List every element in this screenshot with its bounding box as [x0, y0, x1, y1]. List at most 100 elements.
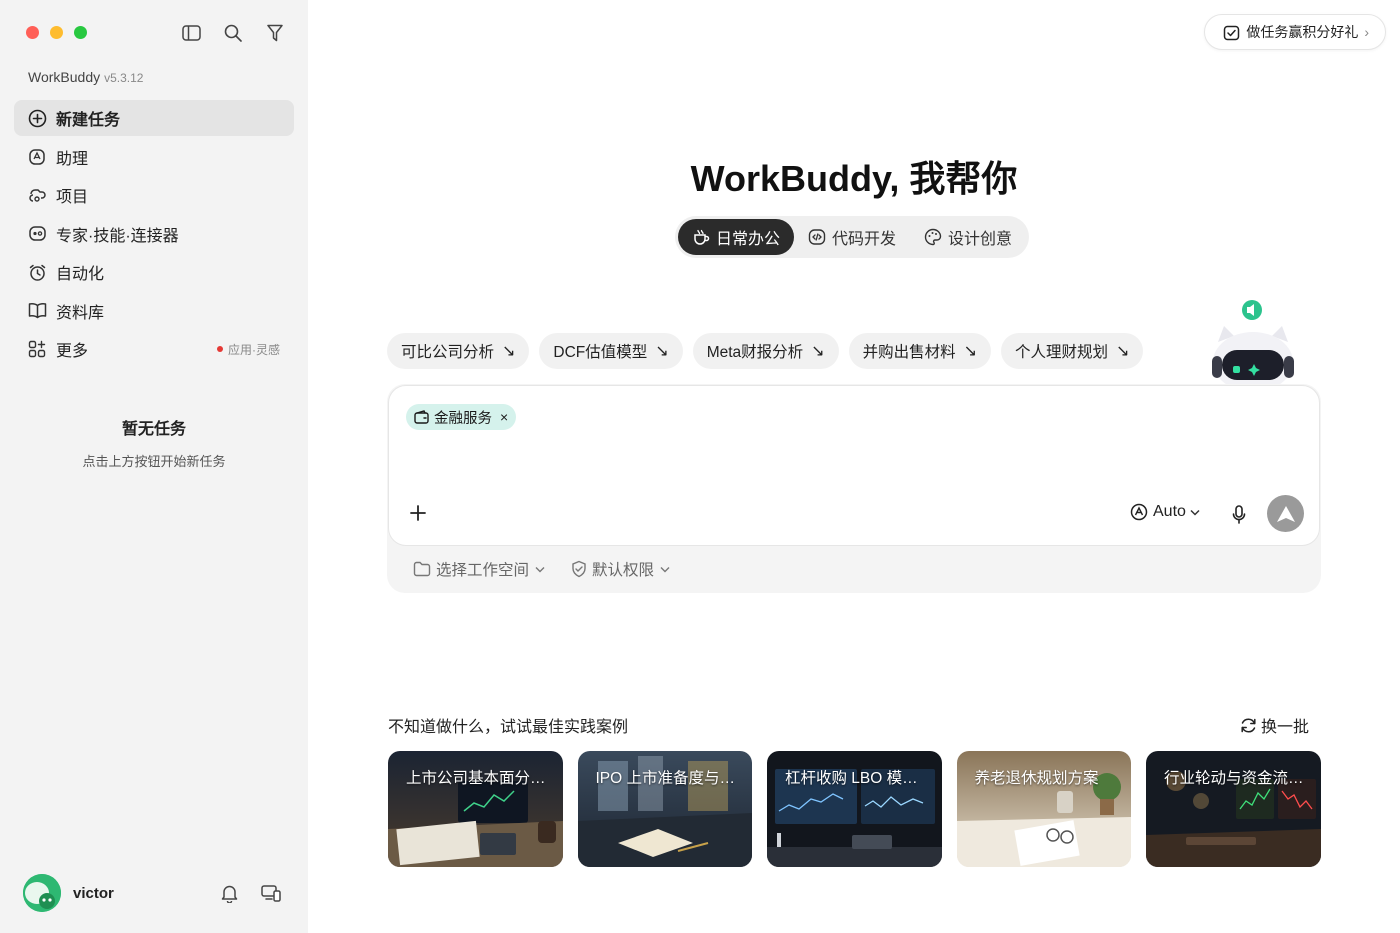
user-toolbar: [218, 882, 282, 904]
sidebar-item-automation[interactable]: 自动化: [14, 254, 294, 290]
arrow-down-right-icon: ↘: [963, 343, 977, 360]
more-badge: 应用·灵感: [217, 341, 280, 358]
zoom-window-button[interactable]: [74, 26, 87, 39]
bell-icon[interactable]: [218, 882, 240, 904]
notification-dot-icon: [217, 346, 223, 352]
user-profile[interactable]: victor: [23, 874, 114, 912]
assistant-icon: [27, 147, 47, 167]
chevron-down-icon: [1190, 509, 1200, 516]
model-selector[interactable]: Auto: [1130, 503, 1200, 521]
suggestion-chip[interactable]: 可比公司分析 ↘: [387, 333, 530, 369]
arrow-down-right-icon: ↘: [1116, 343, 1130, 360]
sidebar-item-new-task[interactable]: 新建任务: [14, 100, 294, 136]
app-version: v5.3.12: [104, 71, 144, 85]
sidebar-item-label: 助理: [56, 150, 89, 168]
case-card[interactable]: 杠杆收购 LBO 模…: [767, 751, 942, 867]
tab-daily-office[interactable]: 日常办公: [678, 219, 795, 255]
tab-label: 代码开发: [832, 231, 897, 248]
close-window-button[interactable]: [26, 26, 39, 39]
permission-select[interactable]: 默认权限: [571, 558, 670, 580]
chip-label: Meta财报分析: [706, 344, 804, 361]
workspace-label: 选择工作空间: [436, 562, 530, 579]
scene-tag: 金融服务 ×: [406, 404, 517, 430]
case-card[interactable]: 上市公司基本面分…: [388, 751, 563, 867]
cases-title: 不知道做什么，试试最佳实践案例: [388, 719, 629, 736]
arrow-down-right-icon: ↘: [502, 343, 516, 360]
sidebar-item-label: 自动化: [56, 266, 105, 283]
tag-label: 金融服务: [434, 410, 492, 427]
app-name: WorkBuddy v5.3.12: [28, 69, 143, 85]
send-button[interactable]: [1267, 495, 1304, 532]
sidebar-item-label: 专家·技能·连接器: [56, 227, 179, 245]
workspace-select[interactable]: 选择工作空间: [413, 558, 545, 580]
search-icon[interactable]: [222, 22, 244, 44]
composer-options: 选择工作空间 默认权限: [413, 558, 670, 580]
promo-rewards-button[interactable]: 做任务赢积分好礼 ›: [1204, 14, 1386, 50]
refresh-cases-button[interactable]: 换一批: [1240, 713, 1309, 737]
grid-icon: [27, 339, 47, 359]
case-card-title: 行业轮动与资金流…: [1164, 770, 1304, 787]
tab-code-dev[interactable]: 代码开发: [794, 219, 910, 255]
more-badge-text: 应用·灵感: [228, 342, 280, 357]
chip-label: 个人理财规划: [1014, 344, 1108, 361]
close-icon[interactable]: ×: [500, 409, 508, 425]
sidebar-item-experts[interactable]: 专家·技能·连接器: [14, 216, 294, 252]
sidebar-item-project[interactable]: 项目: [14, 177, 294, 213]
empty-hint: 点击上方按钮开始新任务: [82, 454, 226, 469]
robot-mascot[interactable]: [1204, 296, 1304, 392]
tab-label: 日常办公: [716, 231, 781, 248]
mode-tabs: 日常办公 代码开发 设计创意: [675, 216, 1030, 258]
tab-label: 设计创意: [948, 231, 1013, 248]
chip-label: 并购出售材料: [862, 344, 956, 361]
model-auto-icon: [1130, 503, 1148, 521]
permission-label: 默认权限: [592, 562, 655, 579]
plus-icon: [410, 505, 426, 521]
cup-icon: [692, 228, 710, 246]
chevron-right-icon: ›: [1364, 24, 1369, 40]
case-card-title: IPO 上市准备度与…: [595, 770, 736, 787]
sidebar-item-more[interactable]: 更多 应用·灵感: [14, 331, 294, 367]
filter-icon[interactable]: [264, 22, 286, 44]
sidebar-item-label: 新建任务: [56, 112, 121, 129]
suggestion-chip[interactable]: 并购出售材料 ↘: [848, 333, 991, 369]
case-card[interactable]: 养老退休规划方案: [956, 751, 1131, 867]
sidebar-toggle-icon[interactable]: [180, 22, 202, 44]
promo-label: 做任务赢积分好礼: [1246, 24, 1359, 40]
book-icon: [27, 301, 47, 321]
alarm-clock-icon: [27, 262, 47, 282]
suggestion-chip[interactable]: 个人理财规划 ↘: [1000, 333, 1144, 369]
chip-label: 可比公司分析: [401, 344, 495, 361]
prompt-input[interactable]: [388, 385, 1320, 546]
user-name: victor: [73, 884, 114, 902]
refresh-icon: [1240, 717, 1257, 734]
sidebar-item-label: 资料库: [56, 304, 105, 322]
sidebar-item-assistant[interactable]: 助理: [14, 139, 294, 175]
arrow-down-right-icon: ↘: [655, 343, 669, 360]
suggestion-chip[interactable]: DCF估值模型 ↘: [539, 333, 683, 369]
microphone-icon[interactable]: [1228, 503, 1250, 525]
tab-design[interactable]: 设计创意: [910, 219, 1026, 255]
expert-icon: [27, 224, 47, 244]
model-label: Auto: [1153, 503, 1186, 520]
palette-icon: [924, 228, 942, 246]
case-card[interactable]: IPO 上市准备度与…: [577, 751, 752, 867]
minimize-window-button[interactable]: [50, 26, 63, 39]
window-controls: [26, 26, 87, 39]
add-attachment-button[interactable]: [407, 502, 429, 524]
wallet-icon: [414, 410, 429, 424]
refresh-label: 换一批: [1261, 719, 1310, 736]
code-icon: [808, 228, 826, 246]
case-card[interactable]: 行业轮动与资金流…: [1146, 751, 1321, 867]
sidebar-item-library[interactable]: 资料库: [14, 293, 294, 329]
empty-tasks: 暂无任务 点击上方按钮开始新任务: [0, 415, 308, 470]
case-cards: 上市公司基本面分… IPO 上市准备度与… 杠杆收购 LBO 模… 养老退休规划…: [388, 751, 1321, 867]
sidebar-nav: 新建任务 助理 项目 专家·技能·连接器 自动化 资料库 更多 应用·灵感: [14, 100, 294, 370]
suggestion-chips: 可比公司分析 ↘ DCF估值模型 ↘ Meta财报分析 ↘ 并购出售材料 ↘ 个人理财规…: [387, 333, 1144, 369]
avatar: [23, 874, 61, 912]
task-check-icon: [1223, 24, 1240, 41]
devices-icon[interactable]: [260, 882, 282, 904]
sidebar-toolbar: [180, 22, 286, 44]
chevron-down-icon: [535, 566, 545, 573]
chip-label: DCF估值模型: [553, 344, 648, 361]
suggestion-chip[interactable]: Meta财报分析 ↘: [692, 333, 839, 369]
